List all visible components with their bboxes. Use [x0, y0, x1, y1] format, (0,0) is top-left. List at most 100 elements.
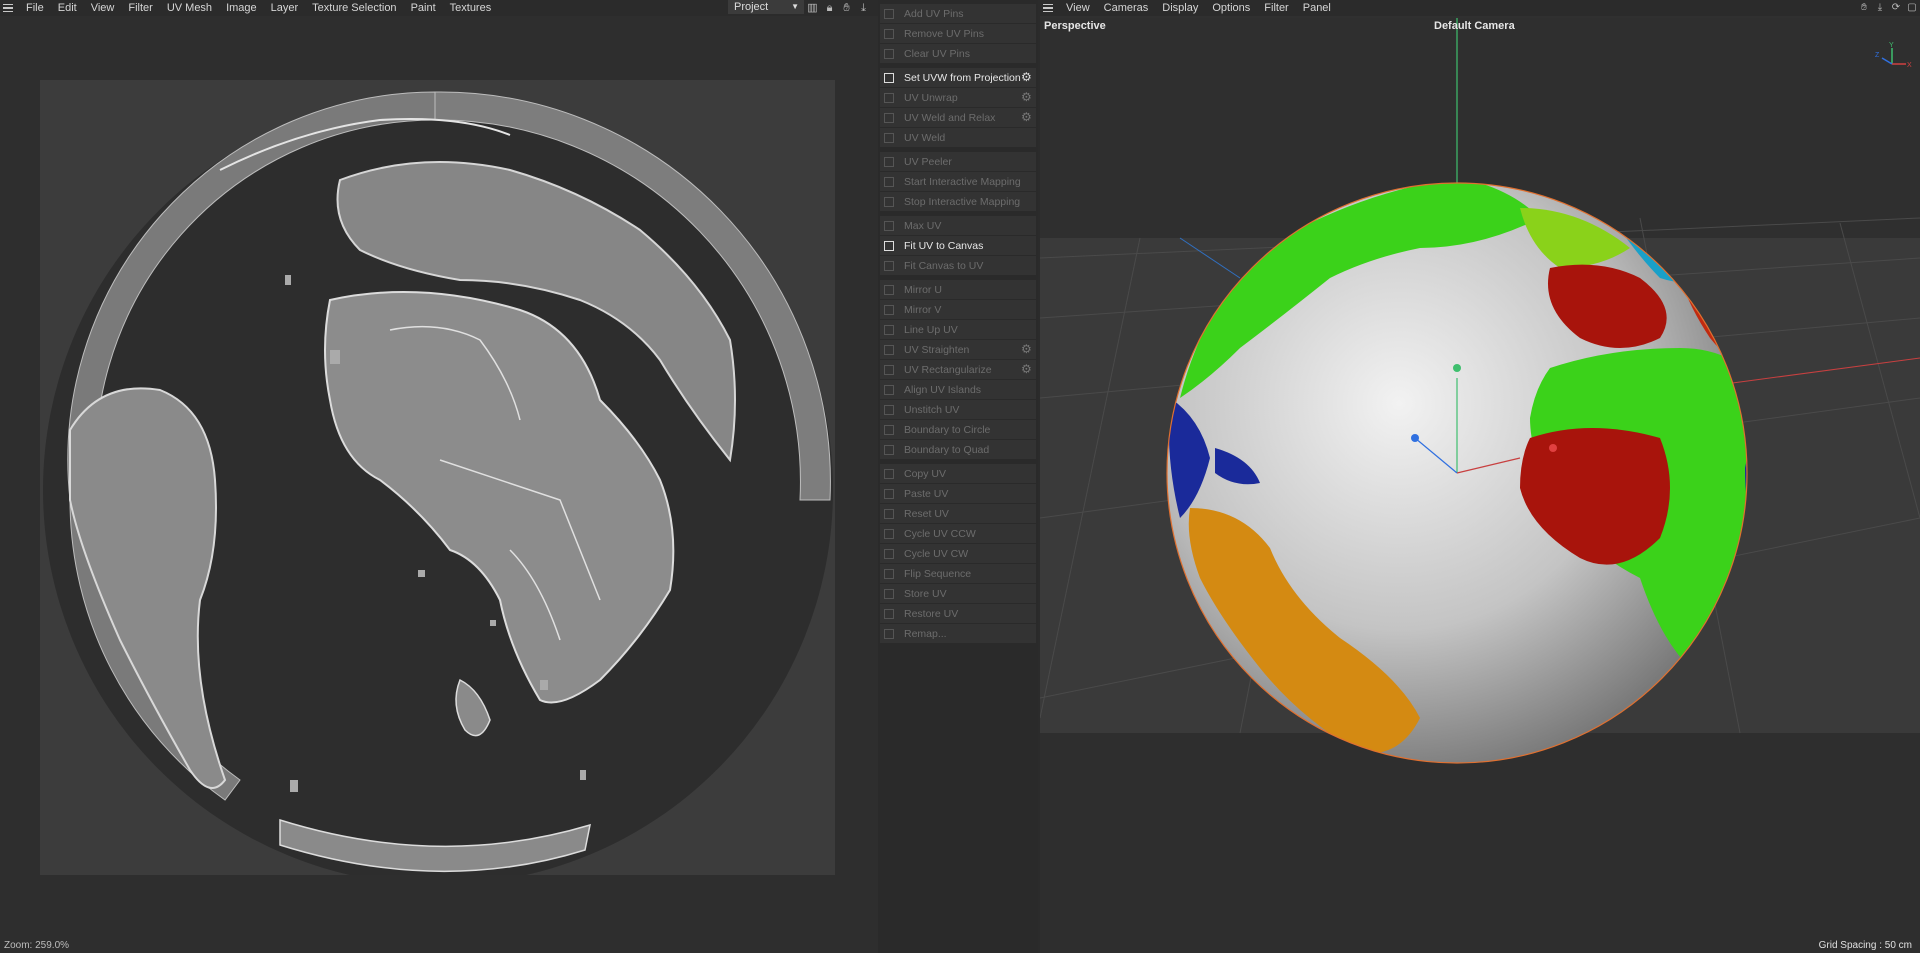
- axis-y-label: Y: [1889, 42, 1894, 49]
- menu-view[interactable]: View: [1059, 0, 1097, 16]
- boundary-to-circle-icon: [884, 424, 894, 435]
- maximize-icon[interactable]: ▢: [1906, 2, 1918, 14]
- command-label: Set UVW from Projection: [904, 71, 1021, 84]
- command-label: UV Weld: [904, 131, 946, 144]
- command-flip-sequence[interactable]: Flip Sequence: [880, 564, 1036, 583]
- command-label: Unstitch UV: [904, 403, 960, 416]
- line-up-uv-icon: [884, 324, 894, 335]
- command-label: Add UV Pins: [904, 7, 964, 20]
- lock-icon[interactable]: 🔒︎: [823, 2, 836, 15]
- command-copy-uv[interactable]: Copy UV: [880, 464, 1036, 483]
- menu-textures[interactable]: Textures: [443, 0, 499, 16]
- unstitch-uv-icon: [884, 404, 894, 415]
- project-dropdown-value: Project: [734, 1, 769, 13]
- paste-uv-icon: [884, 488, 894, 499]
- command-unstitch-uv[interactable]: Unstitch UV: [880, 400, 1036, 419]
- menu-display[interactable]: Display: [1155, 0, 1205, 16]
- command-paste-uv[interactable]: Paste UV: [880, 484, 1036, 503]
- 3d-viewport[interactable]: Perspective Default Camera Y X Z: [1040, 18, 1920, 953]
- command-fit-uv-to-canvas[interactable]: Fit UV to Canvas: [880, 236, 1036, 255]
- hamburger-menu-icon[interactable]: [1040, 0, 1059, 16]
- command-label: Boundary to Quad: [904, 443, 990, 456]
- clear-uv-pins-icon: [884, 48, 894, 59]
- command-uv-rectangularize[interactable]: UV Rectangularize ⚙: [880, 360, 1036, 379]
- menu-cameras[interactable]: Cameras: [1097, 0, 1156, 16]
- command-mirror-v[interactable]: Mirror V: [880, 300, 1036, 319]
- command-set-uvw-from-projection[interactable]: Set UVW from Projection ⚙: [880, 68, 1036, 87]
- gear-icon[interactable]: ⚙: [1021, 91, 1033, 103]
- command-restore-uv[interactable]: Restore UV: [880, 604, 1036, 623]
- max-uv-icon: [884, 220, 894, 231]
- menu-panel[interactable]: Panel: [1296, 0, 1338, 16]
- rotate-icon[interactable]: ⟳: [1890, 2, 1902, 14]
- menu-paint[interactable]: Paint: [404, 0, 443, 16]
- command-stop-interactive-mapping[interactable]: Stop Interactive Mapping: [880, 192, 1036, 211]
- command-start-interactive-mapping[interactable]: Start Interactive Mapping: [880, 172, 1036, 191]
- menu-edit[interactable]: Edit: [51, 0, 84, 16]
- hand-pan-icon[interactable]: ✋︎: [1858, 2, 1870, 14]
- menu-filter[interactable]: Filter: [1257, 0, 1295, 16]
- command-label: Remove UV Pins: [904, 27, 984, 40]
- command-remove-uv-pins[interactable]: Remove UV Pins: [880, 24, 1036, 43]
- command-uv-weld-and-relax[interactable]: UV Weld and Relax ⚙: [880, 108, 1036, 127]
- menu-texture-selection[interactable]: Texture Selection: [305, 0, 403, 16]
- gear-icon[interactable]: ⚙: [1021, 71, 1033, 83]
- menu-file[interactable]: File: [19, 0, 51, 16]
- camera-label[interactable]: Default Camera: [1434, 20, 1515, 32]
- boundary-to-quad-icon: [884, 444, 894, 455]
- uv-toolbar-icons: ▥ 🔒︎ ✋︎ ⤓: [806, 0, 870, 16]
- command-label: Stop Interactive Mapping: [904, 195, 1021, 208]
- command-label: Flip Sequence: [904, 567, 972, 580]
- histogram-icon[interactable]: ▥: [806, 2, 819, 15]
- command-label: Copy UV: [904, 467, 947, 480]
- gear-icon[interactable]: ⚙: [1021, 343, 1033, 355]
- cycle-uv-cw-icon: [884, 548, 894, 559]
- move-icon[interactable]: ⤓: [1874, 2, 1886, 14]
- uv-unwrap-icon: [884, 92, 894, 103]
- command-uv-unwrap[interactable]: UV Unwrap ⚙: [880, 88, 1036, 107]
- command-label: Remap...: [904, 627, 947, 640]
- command-label: Start Interactive Mapping: [904, 175, 1021, 188]
- remap-icon: [884, 628, 894, 639]
- command-line-up-uv[interactable]: Line Up UV: [880, 320, 1036, 339]
- menu-filter[interactable]: Filter: [121, 0, 159, 16]
- command-cycle-uv-ccw[interactable]: Cycle UV CCW: [880, 524, 1036, 543]
- command-label: Mirror V: [904, 303, 942, 316]
- command-remap[interactable]: Remap...: [880, 624, 1036, 643]
- menu-image[interactable]: Image: [219, 0, 264, 16]
- command-uv-straighten[interactable]: UV Straighten ⚙: [880, 340, 1036, 359]
- menu-uv-mesh[interactable]: UV Mesh: [160, 0, 219, 16]
- project-dropdown[interactable]: Project ▼: [728, 0, 804, 14]
- gear-icon[interactable]: ⚙: [1021, 363, 1033, 375]
- uv-rectangularize-icon: [884, 364, 894, 375]
- menu-options[interactable]: Options: [1205, 0, 1257, 16]
- command-align-uv-islands[interactable]: Align UV Islands: [880, 380, 1036, 399]
- command-mirror-u[interactable]: Mirror U: [880, 280, 1036, 299]
- start-interactive-mapping-icon: [884, 176, 894, 187]
- command-max-uv[interactable]: Max UV: [880, 216, 1036, 235]
- set-uvw-from-projection-icon: [884, 72, 894, 83]
- command-boundary-to-quad[interactable]: Boundary to Quad: [880, 440, 1036, 459]
- menu-layer[interactable]: Layer: [264, 0, 306, 16]
- mirror-v-icon: [884, 304, 894, 315]
- command-cycle-uv-cw[interactable]: Cycle UV CW: [880, 544, 1036, 563]
- command-boundary-to-circle[interactable]: Boundary to Circle: [880, 420, 1036, 439]
- uv-canvas[interactable]: [40, 80, 835, 875]
- menu-view[interactable]: View: [84, 0, 122, 16]
- command-uv-peeler[interactable]: UV Peeler: [880, 152, 1036, 171]
- command-uv-weld[interactable]: UV Weld: [880, 128, 1036, 147]
- command-fit-canvas-to-uv[interactable]: Fit Canvas to UV: [880, 256, 1036, 275]
- viewport-scene: [1040, 18, 1920, 953]
- command-clear-uv-pins[interactable]: Clear UV Pins: [880, 44, 1036, 63]
- hamburger-menu-icon[interactable]: [0, 0, 19, 16]
- remove-uv-pins-icon: [884, 28, 894, 39]
- download-icon[interactable]: ⤓: [857, 2, 870, 15]
- command-label: Paste UV: [904, 487, 949, 500]
- hand-pan-icon[interactable]: ✋︎: [840, 2, 853, 15]
- command-add-uv-pins[interactable]: Add UV Pins: [880, 4, 1036, 23]
- command-reset-uv[interactable]: Reset UV: [880, 504, 1036, 523]
- gear-icon[interactable]: ⚙: [1021, 111, 1033, 123]
- command-label: UV Peeler: [904, 155, 952, 168]
- command-store-uv[interactable]: Store UV: [880, 584, 1036, 603]
- axis-x-label: X: [1907, 62, 1912, 69]
